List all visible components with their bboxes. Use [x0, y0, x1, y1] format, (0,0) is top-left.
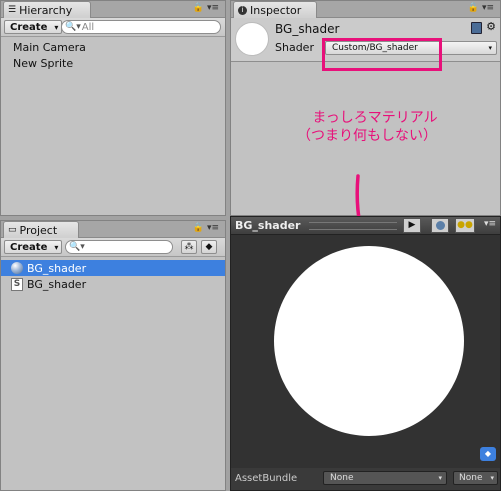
lock-icon[interactable]: 🔒	[193, 223, 204, 233]
project-item-material[interactable]: BG_shader	[1, 260, 225, 276]
hierarchy-item-new-sprite[interactable]: New Sprite	[1, 55, 225, 71]
assetbundle-label: AssetBundle	[235, 473, 298, 484]
assetbundle-dropdown[interactable]: None ▾	[323, 471, 447, 485]
annotation-highlight-box	[322, 38, 442, 71]
panel-menu-icon[interactable]: ▾≡	[207, 3, 219, 13]
project-item-label: BG_shader	[27, 261, 87, 275]
panel-menu-icon[interactable]: ▾≡	[484, 219, 496, 229]
lock-icon[interactable]: 🔒	[193, 3, 204, 13]
inspector-tab-label: Inspector	[250, 3, 302, 17]
help-book-icon[interactable]	[471, 22, 482, 34]
chevron-down-icon: ▾	[490, 474, 494, 482]
shader-file-icon: S	[11, 277, 23, 291]
asset-label-icon[interactable]: ◆	[480, 447, 496, 461]
project-tab[interactable]: ▭ Project	[3, 221, 79, 238]
gear-icon[interactable]: ⚙	[486, 20, 496, 33]
project-search-field[interactable]: 🔍▾	[65, 240, 173, 254]
annotation-line-2: （つまり何もしない）	[297, 128, 437, 144]
preview-sphere-mesh-icon[interactable]	[431, 218, 449, 233]
annotation-line-1: まっしろマテリアル	[312, 110, 438, 126]
hierarchy-create-button[interactable]: Create	[4, 20, 63, 34]
chevron-down-icon: ▾	[438, 474, 442, 482]
assetbundle-dropdown-value: None	[330, 473, 354, 483]
inspector-panel: i Inspector 🔒 ▾≡ BG_shader Shader Custom…	[230, 0, 501, 216]
hierarchy-tab[interactable]: ☰ Hierarchy	[3, 1, 91, 18]
assetbundle-variant-value: None	[459, 473, 483, 483]
hierarchy-item-label: New Sprite	[13, 56, 74, 70]
material-sphere-icon	[11, 262, 23, 274]
hierarchy-item-main-camera[interactable]: Main Camera	[1, 39, 225, 55]
object-name: BG_shader	[275, 22, 340, 36]
info-icon: i	[238, 5, 247, 15]
search-icon: 🔍▾	[69, 242, 85, 252]
lock-icon[interactable]: 🔒	[468, 3, 479, 13]
hierarchy-window-controls: 🔒 ▾≡	[193, 3, 219, 13]
hierarchy-tab-label: Hierarchy	[19, 3, 73, 17]
project-toolbar: Create 🔍▾ ⁂ ◆	[1, 238, 225, 257]
project-panel: ▭ Project 🔒 ▾≡ Create 🔍▾ ⁂ ◆ BG_shader S…	[0, 220, 226, 491]
preview-light-icon[interactable]: ●●	[455, 218, 475, 233]
chevron-down-icon: ▾	[488, 44, 492, 52]
hierarchy-item-label: Main Camera	[13, 40, 86, 54]
project-item-shader[interactable]: S BG_shader	[1, 276, 225, 292]
project-window-controls: 🔒 ▾≡	[193, 223, 219, 233]
project-create-button[interactable]: Create	[4, 240, 63, 254]
search-icon: 🔍▾	[65, 22, 81, 32]
shader-label: Shader	[275, 41, 314, 54]
inspector-window-controls: 🔒 ▾≡	[468, 3, 494, 13]
filter-by-type-icon[interactable]: ⁂	[181, 240, 197, 254]
preview-drag-handle[interactable]	[309, 222, 397, 230]
folder-icon: ▭	[8, 225, 17, 235]
panel-menu-icon[interactable]: ▾≡	[482, 3, 494, 13]
preview-title: BG_shader	[235, 219, 301, 232]
assetbundle-variant-dropdown[interactable]: None ▾	[453, 471, 498, 485]
project-item-label: BG_shader	[27, 277, 87, 291]
hierarchy-panel: ☰ Hierarchy 🔒 ▾≡ Create 🔍▾ All Main Came…	[0, 0, 226, 216]
hierarchy-search-field[interactable]: 🔍▾ All	[61, 20, 221, 34]
panel-menu-icon[interactable]: ▾≡	[207, 223, 219, 233]
preview-toolbar: BG_shader ▶ ●● ▾≡	[231, 217, 500, 235]
assetbundle-bar: AssetBundle None ▾ None ▾	[231, 468, 500, 490]
hierarchy-search-placeholder: All	[81, 21, 95, 33]
preview-panel: BG_shader ▶ ●● ▾≡ ◆ AssetBundle None ▾ N…	[230, 216, 501, 491]
inspector-tab[interactable]: i Inspector	[233, 1, 317, 18]
hierarchy-toolbar: Create 🔍▾ All	[1, 18, 225, 37]
material-preview-thumbnail	[235, 22, 269, 56]
hierarchy-list-icon: ☰	[8, 5, 17, 15]
preview-sphere	[274, 246, 464, 436]
filter-by-label-icon[interactable]: ◆	[201, 240, 217, 254]
project-tab-label: Project	[19, 223, 58, 237]
play-icon[interactable]: ▶	[403, 218, 421, 233]
